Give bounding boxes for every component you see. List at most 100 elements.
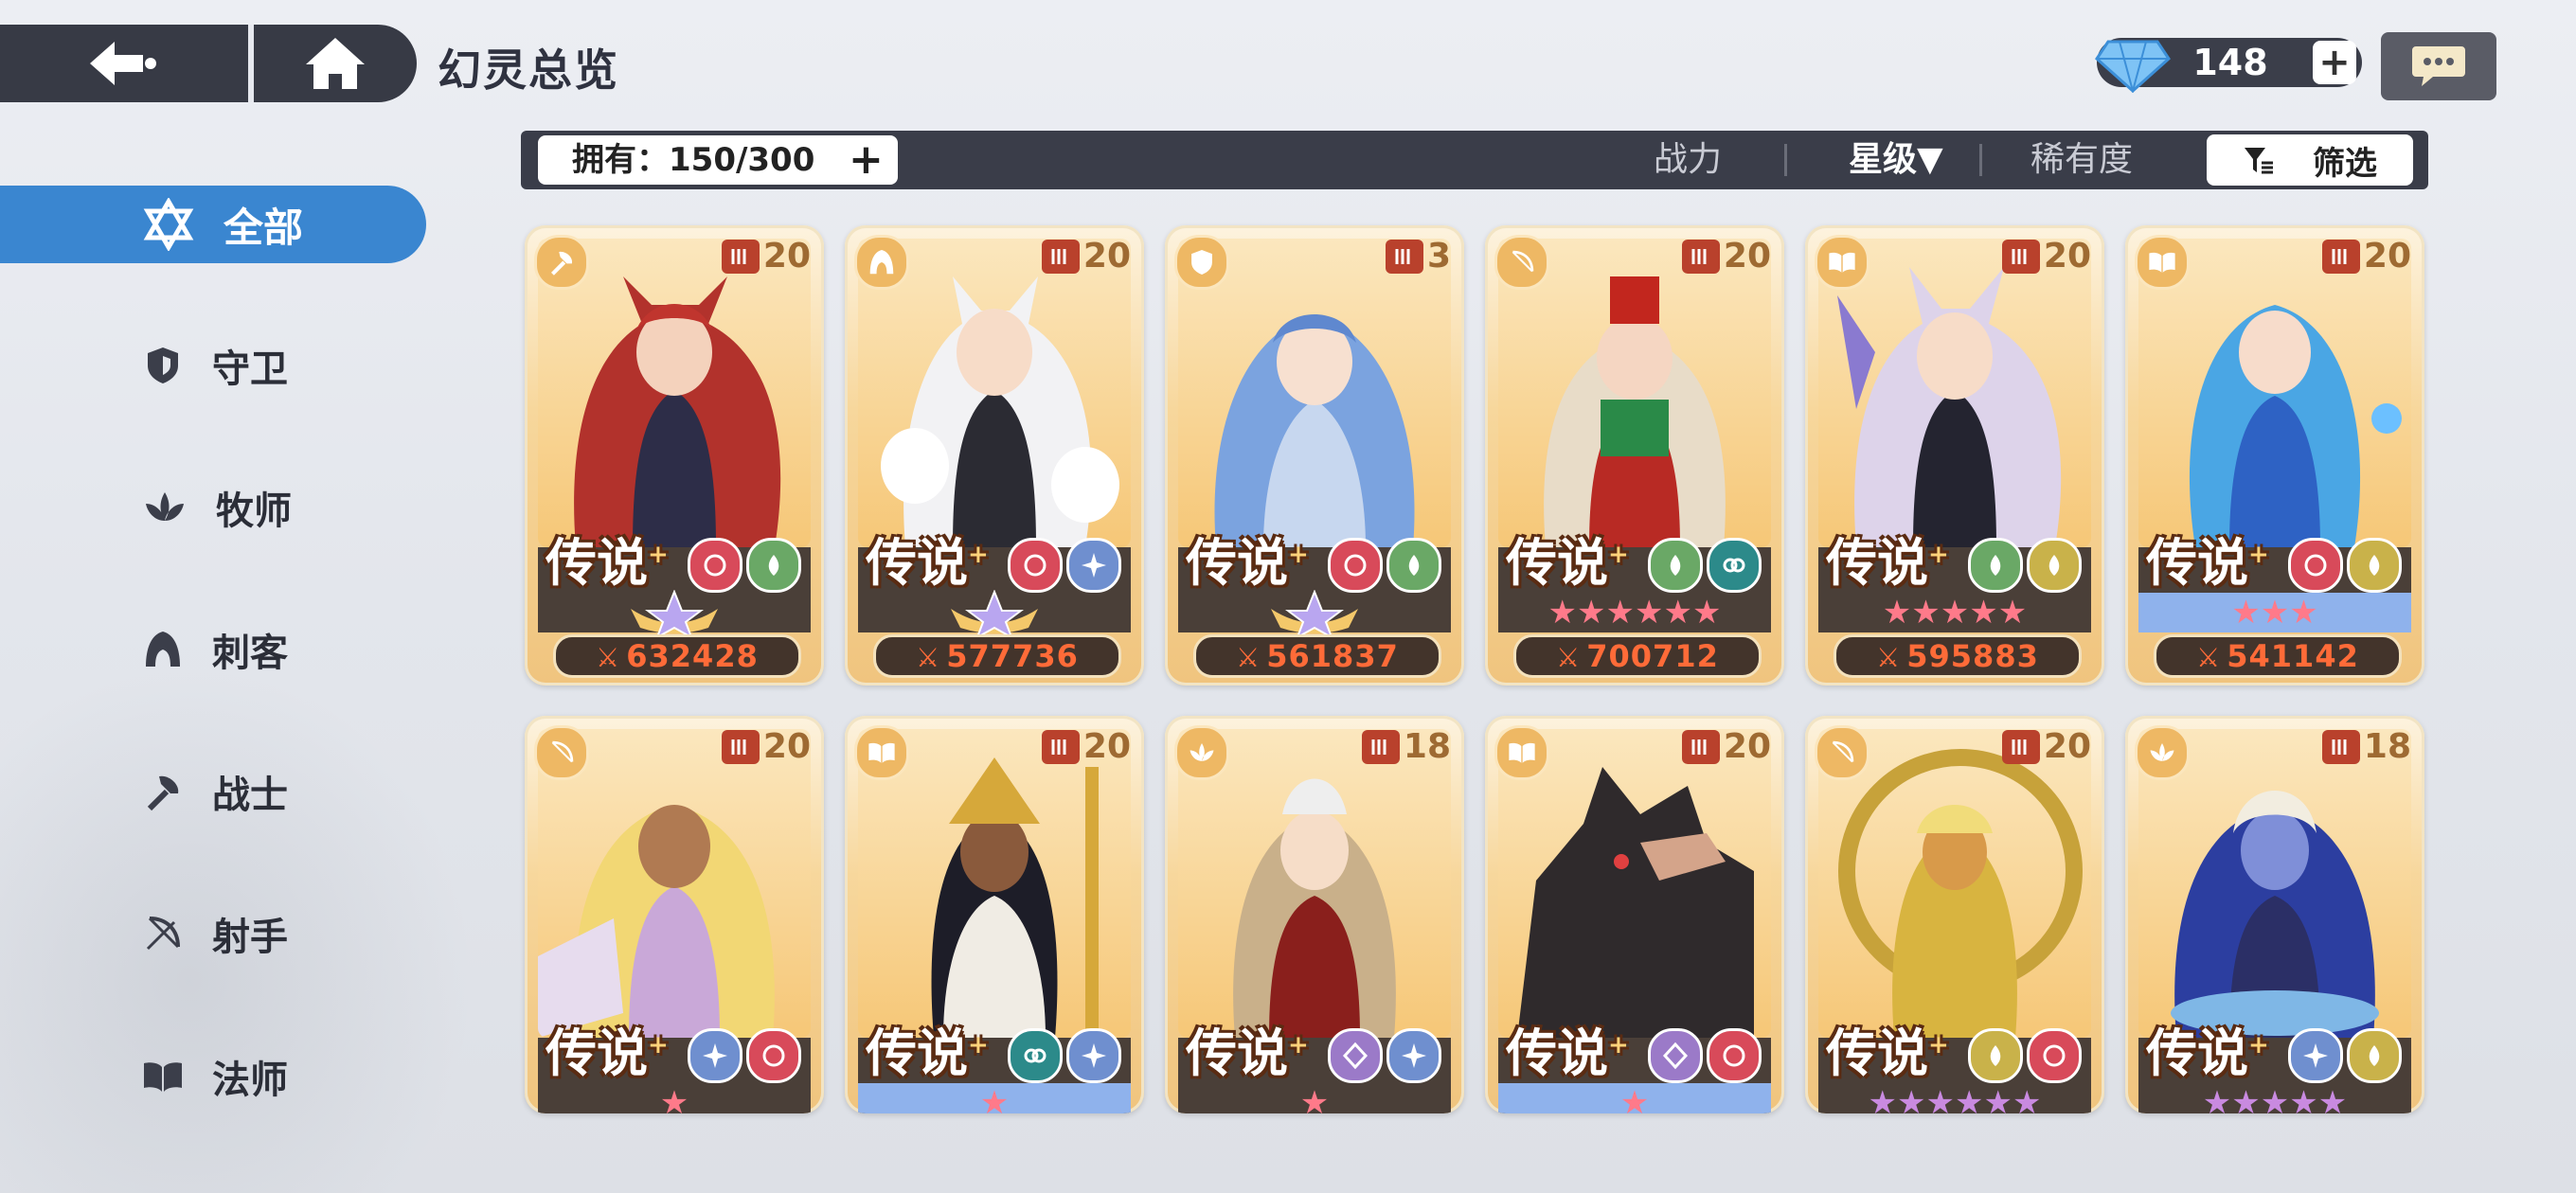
- shield-icon: [1174, 235, 1229, 290]
- level-indicator: 20: [1041, 727, 1131, 766]
- swords-icon: ⚔: [916, 642, 941, 673]
- rarity-legend-label: 传说+: [1186, 1023, 1309, 1083]
- level-book-icon: [2001, 239, 2040, 274]
- star-of-david-icon: [143, 198, 194, 251]
- swords-icon: ⚔: [1236, 642, 1261, 673]
- level-book-icon: [2321, 239, 2360, 274]
- rarity-legend-label: 传说+: [2146, 532, 2269, 593]
- hero-card[interactable]: 20 传说+ ★★★★★★ ⚔ 700712: [1485, 225, 1784, 686]
- hero-card[interactable]: 18 传说+ ★★★★★: [2125, 716, 2424, 1113]
- sidebar-item-assassin[interactable]: 刺客: [142, 611, 288, 688]
- element-light-icon: [2347, 1028, 2402, 1083]
- hero-level: 20: [1082, 727, 1131, 766]
- filter-button[interactable]: 筛选: [2207, 134, 2413, 186]
- level-indicator: 20: [721, 727, 811, 766]
- sidebar-item-label: 射手: [212, 916, 288, 959]
- sort-rarity[interactable]: 稀有度: [2030, 131, 2133, 189]
- sidebar-item-mage[interactable]: 法师: [142, 1038, 288, 1115]
- rarity-legend-label: 传说+: [1826, 1023, 1949, 1083]
- level-indicator: 20: [2001, 727, 2091, 766]
- level-indicator: 20: [2321, 237, 2411, 276]
- bow-icon: [1815, 725, 1869, 780]
- level-book-icon: [2321, 729, 2360, 764]
- back-button[interactable]: [0, 25, 248, 102]
- sidebar-item-guard[interactable]: 守卫: [142, 327, 288, 404]
- hero-level: 20: [762, 237, 811, 276]
- sidebar-item-warrior[interactable]: 战士: [142, 753, 288, 830]
- element-nature-icon: [1648, 538, 1703, 593]
- sort-star[interactable]: 星级▼: [1849, 131, 1943, 189]
- chat-button[interactable]: [2381, 32, 2496, 100]
- filter-label: 筛选: [2313, 144, 2377, 183]
- level-book-icon: [2001, 729, 2040, 764]
- level-indicator: 20: [1041, 237, 1131, 276]
- hero-card[interactable]: 20 传说+ ★: [845, 716, 1144, 1113]
- swords-icon: ⚔: [1876, 642, 1902, 673]
- shield-icon: [148, 347, 178, 383]
- filter-funnel-icon: [2245, 148, 2273, 174]
- star-rating: ★★★: [2231, 594, 2318, 632]
- hero-card[interactable]: 20 传说+ ★: [525, 716, 824, 1113]
- swords-icon: ⚔: [596, 642, 621, 673]
- home-icon: [306, 38, 365, 89]
- level-book-icon: [1041, 729, 1080, 764]
- element-nature-icon: [1386, 538, 1441, 593]
- sidebar-item-archer[interactable]: 射手: [142, 895, 288, 972]
- star-rating: ★: [979, 1084, 1010, 1113]
- hero-level: 20: [1082, 237, 1131, 276]
- element-ice-icon: [1066, 1028, 1121, 1083]
- element-arcane-icon: [1328, 1028, 1383, 1083]
- sidebar-item-priest[interactable]: 牧师: [142, 469, 292, 546]
- sort-power[interactable]: 战力: [1654, 131, 1722, 189]
- sort-divider: [1784, 144, 1787, 176]
- level-book-icon: [721, 729, 760, 764]
- rarity-legend-label: 传说+: [546, 532, 669, 593]
- rarity-legend-label: 传说+: [1186, 532, 1309, 593]
- add-gems-button[interactable]: +: [2313, 41, 2356, 84]
- element-light-icon: [1968, 1028, 2023, 1083]
- hero-card[interactable]: 20 传说+ ★★★★★ ⚔ 595883: [1805, 225, 2104, 686]
- element-ice-icon: [2288, 1028, 2343, 1083]
- star-rating: ★★★★★: [2202, 1084, 2348, 1113]
- level-indicator: 3: [1385, 237, 1451, 276]
- hero-card[interactable]: 20 传说+ ⚔ 632428: [525, 225, 824, 686]
- element-ice-icon: [688, 1028, 742, 1083]
- level-indicator: 18: [1361, 727, 1451, 766]
- combat-power: ⚔ 541142: [2154, 634, 2402, 678]
- hero-card[interactable]: 20 传说+ ★★★ ⚔ 541142: [2125, 225, 2424, 686]
- hero-level: 20: [2363, 237, 2411, 276]
- chat-bubble-icon: [2412, 46, 2465, 86]
- star-rating: ★: [659, 1084, 689, 1113]
- element-fire-icon: [746, 1028, 801, 1083]
- bow-icon: [1494, 235, 1549, 290]
- lotus-icon: [146, 492, 184, 521]
- element-light-icon: [2027, 538, 2082, 593]
- rarity-legend-label: 传说+: [866, 532, 989, 593]
- sort-divider: [1979, 144, 1982, 176]
- element-water-icon: [1707, 538, 1762, 593]
- book-icon: [854, 725, 909, 780]
- rarity-legend-label: 传说+: [866, 1023, 989, 1083]
- sidebar-item-all[interactable]: 全部: [142, 186, 303, 263]
- book-icon: [1494, 725, 1549, 780]
- hero-card[interactable]: 20 传说+ ★: [1485, 716, 1784, 1113]
- element-fire-icon: [1707, 1028, 1762, 1083]
- rarity-legend-label: 传说+: [1826, 532, 1949, 593]
- combat-power: ⚔ 561837: [1193, 634, 1441, 678]
- combat-power: ⚔ 632428: [553, 634, 801, 678]
- element-arcane-icon: [1648, 1028, 1703, 1083]
- star-rating: ★★★★★★: [1547, 594, 1722, 632]
- bow-icon: [146, 917, 180, 951]
- lotus-icon: [1174, 725, 1229, 780]
- sidebar-item-label: 全部: [224, 204, 304, 251]
- rarity-legend-label: 传说+: [1506, 532, 1629, 593]
- hero-card[interactable]: 20 传说+ ⚔ 577736: [845, 225, 1144, 686]
- hero-card[interactable]: 3 传说+ ⚔ 561837: [1165, 225, 1464, 686]
- hero-card[interactable]: 20 传说+ ★★★★★★: [1805, 716, 2104, 1113]
- hero-card[interactable]: 18 传说+ ★: [1165, 716, 1464, 1113]
- level-indicator: 20: [1681, 727, 1771, 766]
- sidebar-item-label: 牧师: [216, 490, 292, 533]
- expand-capacity-button[interactable]: +: [849, 135, 884, 185]
- home-button[interactable]: [254, 25, 417, 102]
- hero-level: 3: [1426, 237, 1451, 276]
